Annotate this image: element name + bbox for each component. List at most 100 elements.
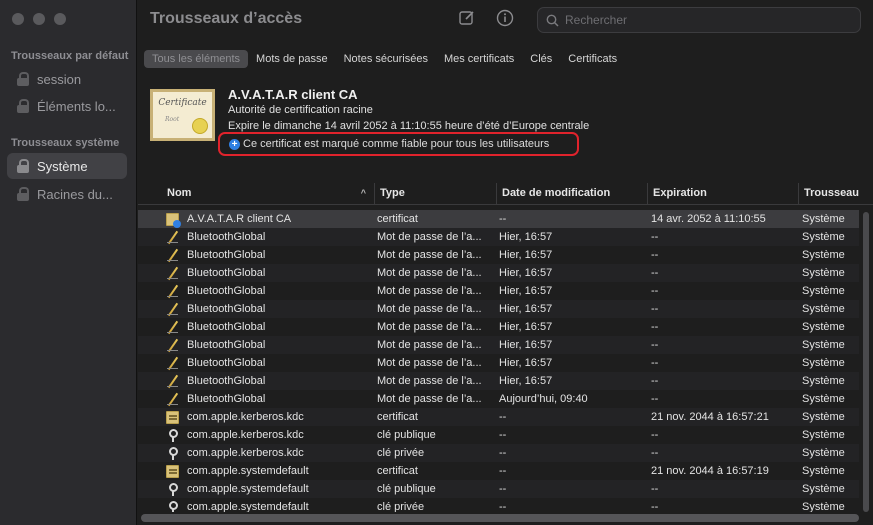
seal-icon bbox=[192, 118, 208, 134]
table-row[interactable]: com.apple.kerberos.kdc certificat -- 21 nov… bbox=[138, 408, 859, 426]
cell-keychain: Système bbox=[802, 375, 845, 387]
column-header-name[interactable]: Nom ^ bbox=[162, 183, 374, 205]
search-field[interactable] bbox=[537, 7, 861, 33]
cell-name-text: com.apple.kerberos.kdc bbox=[187, 411, 304, 423]
key-icon bbox=[166, 500, 179, 512]
table-row[interactable]: BluetoothGlobal Mot de passe de l’a... Hie… bbox=[138, 300, 859, 318]
cell-type: clé privée bbox=[377, 501, 425, 512]
column-header-date[interactable]: Date de modification bbox=[496, 183, 647, 205]
cell-name-text: BluetoothGlobal bbox=[187, 339, 266, 351]
cell-name: BluetoothGlobal bbox=[166, 372, 371, 390]
sidebar-section-system: Trousseaux système bbox=[11, 137, 120, 149]
pencil-icon bbox=[166, 285, 179, 298]
cell-keychain: Système bbox=[802, 285, 845, 297]
cell-expiration: -- bbox=[651, 375, 659, 387]
cell-date: -- bbox=[499, 429, 507, 441]
cell-type: Mot de passe de l’a... bbox=[377, 285, 482, 297]
pencil-icon bbox=[166, 231, 179, 244]
cell-keychain: Système bbox=[802, 483, 845, 495]
lock-icon bbox=[17, 99, 29, 113]
cell-expiration: -- bbox=[651, 429, 659, 441]
tab-all-items[interactable]: Tous les éléments bbox=[144, 50, 249, 68]
cell-type: Mot de passe de l’a... bbox=[377, 303, 482, 315]
pencil-icon bbox=[166, 393, 179, 406]
certificate-kind: Autorité de certification racine bbox=[228, 104, 373, 116]
sidebar-section-default: Trousseaux par défaut bbox=[11, 50, 129, 62]
cell-name-text: BluetoothGlobal bbox=[187, 375, 266, 387]
close-window-button[interactable] bbox=[12, 13, 24, 25]
table-row[interactable]: BluetoothGlobal Mot de passe de l’a... Hie… bbox=[138, 318, 859, 336]
key-icon bbox=[166, 446, 179, 460]
info-circle-icon[interactable] bbox=[496, 9, 514, 27]
lock-icon bbox=[17, 187, 29, 201]
pencil-icon bbox=[166, 249, 179, 262]
cell-expiration: 14 avr. 2052 à 11:10:55 bbox=[651, 213, 766, 225]
tab-my-certificates[interactable]: Mes certificats bbox=[436, 50, 522, 68]
table-row[interactable]: BluetoothGlobal Mot de passe de l’a... Auj… bbox=[138, 390, 859, 408]
tab-keys[interactable]: Clés bbox=[522, 50, 560, 68]
cell-expiration: -- bbox=[651, 321, 659, 333]
cell-keychain: Système bbox=[802, 249, 845, 261]
column-header-expiration[interactable]: Expiration bbox=[647, 183, 798, 205]
vertical-scrollbar-thumb[interactable] bbox=[863, 212, 869, 512]
tab-secure-notes[interactable]: Notes sécurisées bbox=[336, 50, 436, 68]
cell-name-text: BluetoothGlobal bbox=[187, 267, 266, 279]
table-row[interactable]: BluetoothGlobal Mot de passe de l’a... Hie… bbox=[138, 372, 859, 390]
vertical-scrollbar[interactable] bbox=[861, 210, 871, 512]
cell-expiration: -- bbox=[651, 357, 659, 369]
cell-name-text: BluetoothGlobal bbox=[187, 285, 266, 297]
cell-type: Mot de passe de l’a... bbox=[377, 321, 482, 333]
table-row[interactable]: A.V.A.T.A.R client CA certificat -- 14 avr.… bbox=[138, 210, 859, 228]
table-row[interactable]: BluetoothGlobal Mot de passe de l’a... Hie… bbox=[138, 264, 859, 282]
cell-keychain: Système bbox=[802, 447, 845, 459]
sidebar-item-system-roots[interactable]: Racines du... bbox=[7, 181, 127, 207]
cell-date: Aujourd’hui, 09:40 bbox=[499, 393, 588, 405]
cell-type: Mot de passe de l’a... bbox=[377, 357, 482, 369]
tab-certificates[interactable]: Certificats bbox=[560, 50, 625, 68]
sidebar-item-session[interactable]: session bbox=[7, 66, 127, 92]
search-input[interactable] bbox=[565, 13, 845, 27]
cell-expiration: -- bbox=[651, 231, 659, 243]
sidebar-item-local-items[interactable]: Éléments lo... bbox=[7, 93, 127, 119]
table-row[interactable]: com.apple.systemdefault certificat -- 21 no… bbox=[138, 462, 859, 480]
certificate-details: Certificate Root A.V.A.T.A.R client CA A… bbox=[138, 80, 873, 175]
cell-name: BluetoothGlobal bbox=[166, 300, 371, 318]
plus-circle-icon: + bbox=[229, 138, 240, 150]
sidebar-item-system[interactable]: Système bbox=[7, 153, 127, 179]
tab-passwords[interactable]: Mots de passe bbox=[248, 50, 336, 68]
table-row[interactable]: com.apple.systemdefault clé privée -- -- Sys… bbox=[138, 498, 859, 512]
table-row[interactable]: BluetoothGlobal Mot de passe de l’a... Hie… bbox=[138, 354, 859, 372]
column-header-keychain[interactable]: Trousseau bbox=[798, 183, 873, 205]
table-row[interactable]: BluetoothGlobal Mot de passe de l’a... Hie… bbox=[138, 282, 859, 300]
column-header-type[interactable]: Type bbox=[374, 183, 496, 205]
table-header: Nom ^ Type Date de modification Expirati… bbox=[138, 183, 873, 205]
minimize-window-button[interactable] bbox=[33, 13, 45, 25]
cell-date: -- bbox=[499, 213, 507, 225]
certificate-expiry: Expire le dimanche 14 avril 2052 à 11:10… bbox=[228, 120, 590, 132]
table-row[interactable]: BluetoothGlobal Mot de passe de l’a... Hie… bbox=[138, 228, 859, 246]
cell-date: Hier, 16:57 bbox=[499, 375, 553, 387]
cell-type: Mot de passe de l’a... bbox=[377, 339, 482, 351]
cell-name: com.apple.systemdefault bbox=[166, 462, 371, 480]
category-tabs: Tous les éléments Mots de passe Notes sé… bbox=[144, 50, 625, 68]
table-row[interactable]: com.apple.systemdefault clé publique -- -- S… bbox=[138, 480, 859, 498]
cell-name: com.apple.kerberos.kdc bbox=[166, 426, 371, 444]
cell-date: Hier, 16:57 bbox=[499, 231, 553, 243]
horizontal-scrollbar[interactable] bbox=[141, 514, 859, 522]
items-table: A.V.A.T.A.R client CA certificat -- 14 avr.… bbox=[138, 210, 859, 512]
zoom-window-button[interactable] bbox=[54, 13, 66, 25]
square-pencil-icon[interactable] bbox=[458, 9, 476, 27]
cell-date: -- bbox=[499, 465, 507, 477]
key-icon bbox=[166, 428, 179, 442]
cell-name: BluetoothGlobal bbox=[166, 318, 371, 336]
pencil-icon bbox=[166, 357, 179, 370]
lock-icon bbox=[17, 159, 29, 173]
table-row[interactable]: com.apple.kerberos.kdc clé publique -- -- Sy… bbox=[138, 426, 859, 444]
cell-date: -- bbox=[499, 501, 507, 512]
table-row[interactable]: BluetoothGlobal Mot de passe de l’a... Hie… bbox=[138, 336, 859, 354]
table-row[interactable]: com.apple.kerberos.kdc clé privée -- -- Syst… bbox=[138, 444, 859, 462]
cell-date: -- bbox=[499, 447, 507, 459]
cell-type: Mot de passe de l’a... bbox=[377, 267, 482, 279]
cell-keychain: Système bbox=[802, 357, 845, 369]
table-row[interactable]: BluetoothGlobal Mot de passe de l’a... Hie… bbox=[138, 246, 859, 264]
